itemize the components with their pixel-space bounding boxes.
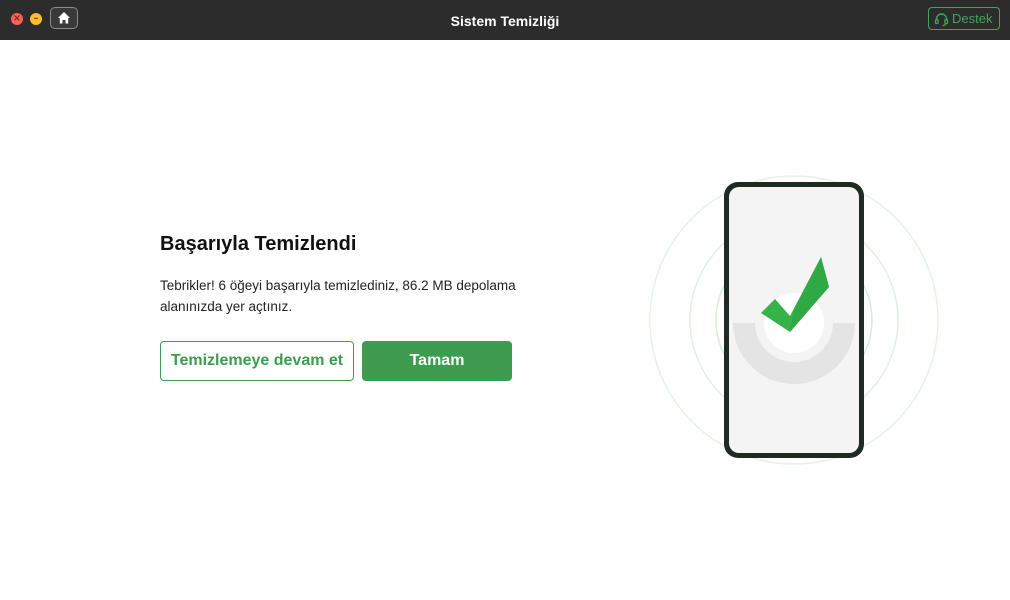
page-title: Başarıyla Temizlendi <box>160 233 357 255</box>
support-button[interactable]: Destek <box>928 7 1000 30</box>
headset-icon <box>934 13 949 27</box>
close-icon: × <box>12 13 22 24</box>
support-label: Destek <box>952 11 993 26</box>
success-message: Tebrikler! 6 öğeyi başarıyla temizledini… <box>160 278 516 314</box>
minimize-icon: – <box>33 13 39 24</box>
window-title: Sistem Temizliği <box>450 13 560 29</box>
app-window: × – Sistem Temizliği Destek Başarıyla Te… <box>0 0 1010 600</box>
home-button[interactable] <box>50 7 78 29</box>
home-icon <box>58 12 70 24</box>
success-illustration <box>640 170 950 470</box>
minimize-window-button[interactable]: – <box>30 13 42 25</box>
ok-button[interactable]: Tamam <box>362 341 512 381</box>
close-window-button[interactable]: × <box>11 13 23 25</box>
continue-cleaning-button[interactable]: Temizlemeye devam et <box>160 341 354 381</box>
title-bar: × – Sistem Temizliği Destek <box>0 0 1010 40</box>
